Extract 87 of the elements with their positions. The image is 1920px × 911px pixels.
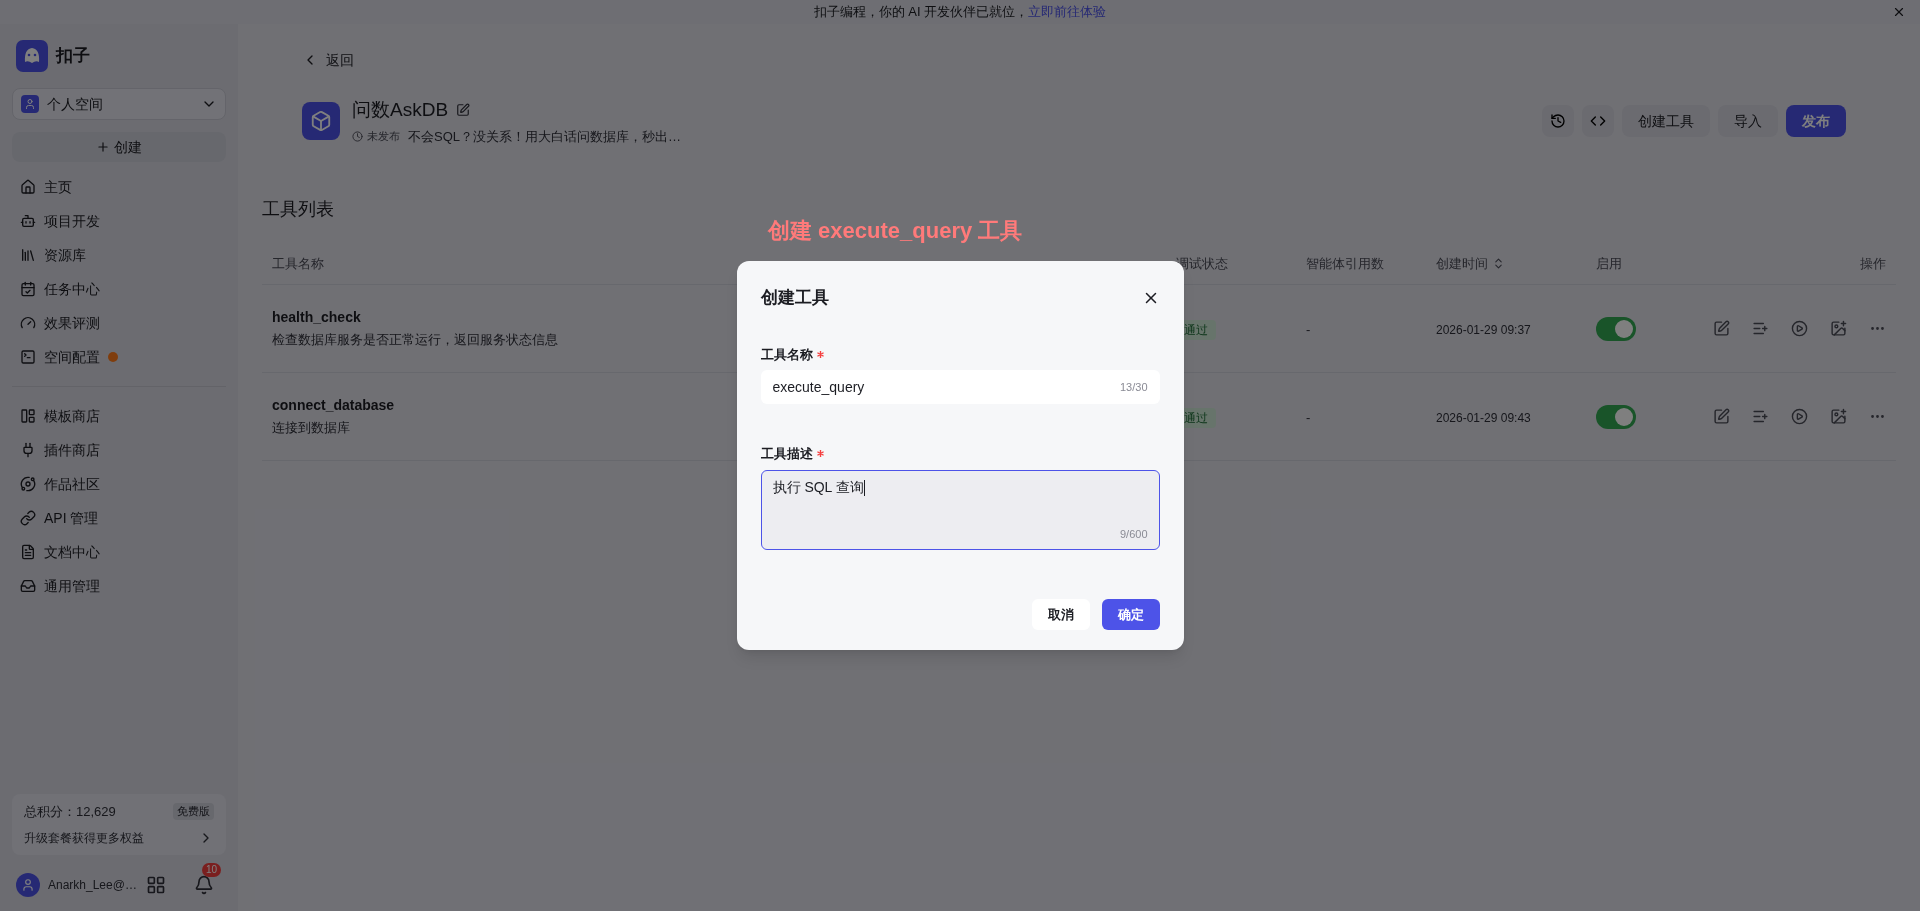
layout-icon	[20, 408, 36, 424]
bot-icon	[20, 213, 36, 229]
header-button[interactable]: 创建工具	[1622, 105, 1710, 137]
nav-item[interactable]: 主页	[12, 170, 226, 204]
nav-item[interactable]: 任务中心	[12, 272, 226, 306]
tool-description: 检查数据库服务是否正常运行，返回服务状态信息	[272, 331, 558, 350]
column-header: 智能体引用数	[1306, 254, 1384, 273]
nav-item[interactable]: API 管理	[12, 501, 226, 535]
history-button[interactable]	[1542, 105, 1574, 137]
name-input[interactable]: execute_query 13/30	[760, 370, 1160, 404]
list-plus-icon[interactable]	[1752, 408, 1769, 425]
sort-icon[interactable]	[1492, 257, 1505, 270]
field-label: 工具描述	[760, 445, 813, 463]
banner-text: 扣子编程，你的 AI 开发伙伴已就位，	[813, 3, 1029, 22]
play-icon[interactable]	[1791, 408, 1808, 425]
enable-toggle[interactable]	[1596, 404, 1636, 429]
clock-icon	[352, 130, 363, 142]
edit-icon[interactable]	[1713, 408, 1730, 425]
code-button[interactable]	[1582, 105, 1614, 137]
nav-item[interactable]: 效果评测	[12, 306, 226, 340]
status-tag: 未发布	[352, 128, 400, 145]
table-cell: -	[1306, 409, 1311, 425]
user-name: Anarkh_Lee@…	[48, 877, 138, 894]
list-plus-icon[interactable]	[1752, 320, 1769, 337]
gauge-icon	[20, 315, 36, 331]
dialog-title: 创建工具	[760, 287, 829, 309]
column-header: 启用	[1596, 254, 1622, 273]
tool-name: connect_database	[272, 396, 395, 416]
nav-item[interactable]: 资源库	[12, 238, 226, 272]
link-icon	[20, 510, 36, 526]
inbox-icon	[20, 578, 36, 594]
logo-icon	[16, 40, 48, 72]
workspace-avatar-icon	[21, 95, 39, 113]
field-label: 工具名称	[760, 345, 813, 364]
plug-icon	[20, 442, 36, 458]
document-icon	[20, 544, 36, 560]
tool-description: 连接到数据库	[272, 419, 350, 438]
tool-name: health_check	[272, 308, 361, 328]
plus-icon	[96, 140, 110, 154]
home-icon	[20, 179, 36, 195]
notification-count: 10	[202, 863, 222, 877]
app-description: 不会SQL？没关系！用大白话问数据库，秒出…	[408, 127, 681, 146]
table-cell: -	[1306, 321, 1311, 337]
enable-toggle[interactable]	[1596, 316, 1636, 341]
nav-item[interactable]: 空间配置	[12, 340, 226, 374]
calendar-check-icon	[20, 281, 36, 297]
column-header: 创建时间	[1436, 254, 1488, 273]
table-cell: 2026-01-29 09:43	[1436, 410, 1531, 425]
edit-icon[interactable]	[1713, 320, 1730, 337]
nav-item[interactable]: 文档中心	[12, 535, 226, 569]
annotation-text: 创建 execute_query 工具	[768, 217, 1023, 245]
brand-name: 扣子	[56, 45, 90, 68]
plan-tag: 免费版	[173, 803, 214, 820]
nav-item[interactable]: 作品社区	[12, 467, 226, 501]
image-plus-icon[interactable]	[1830, 408, 1847, 425]
column-header: 工具名称	[272, 254, 324, 273]
image-plus-icon[interactable]	[1830, 320, 1847, 337]
header-button[interactable]: 导入	[1718, 105, 1778, 137]
app-logo	[302, 102, 340, 140]
user-avatar[interactable]	[16, 873, 40, 897]
table-cell: 2026-01-29 09:37	[1436, 322, 1531, 337]
bell-icon[interactable]	[194, 875, 214, 895]
app-title: 问数AskDB	[352, 98, 449, 122]
create-button[interactable]: 创建	[12, 132, 226, 162]
planet-icon	[20, 476, 36, 492]
points-text: 总积分：12,629	[24, 802, 116, 821]
banner-link[interactable]: 立即前往体验	[1028, 2, 1107, 22]
play-icon[interactable]	[1791, 320, 1808, 337]
publish-button[interactable]: 发布	[1786, 105, 1846, 137]
column-header: 操作	[1860, 254, 1886, 273]
description-textarea[interactable]: 执行 SQL 查询 9/600	[760, 469, 1160, 550]
nav-item[interactable]: 插件商店	[12, 433, 226, 467]
nav-item[interactable]: 通用管理	[12, 569, 226, 603]
section-title: 工具列表	[262, 198, 334, 221]
terminal-folder-icon	[20, 349, 36, 365]
apps-grid-icon[interactable]	[146, 875, 166, 895]
cancel-button[interactable]: 取消	[1031, 599, 1090, 630]
nav-item[interactable]: 模板商店	[12, 399, 226, 433]
edit-icon[interactable]	[456, 103, 471, 118]
code-icon	[1590, 113, 1606, 129]
library-icon	[20, 247, 36, 263]
workspace-select[interactable]: 个人空间	[12, 88, 226, 120]
history-icon	[1550, 113, 1566, 129]
confirm-button[interactable]: 确定	[1101, 599, 1160, 630]
upgrade-link[interactable]: 升级套餐获得更多权益	[24, 829, 214, 847]
nav-item[interactable]: 项目开发	[12, 204, 226, 238]
back-link[interactable]: 返回	[326, 49, 354, 71]
